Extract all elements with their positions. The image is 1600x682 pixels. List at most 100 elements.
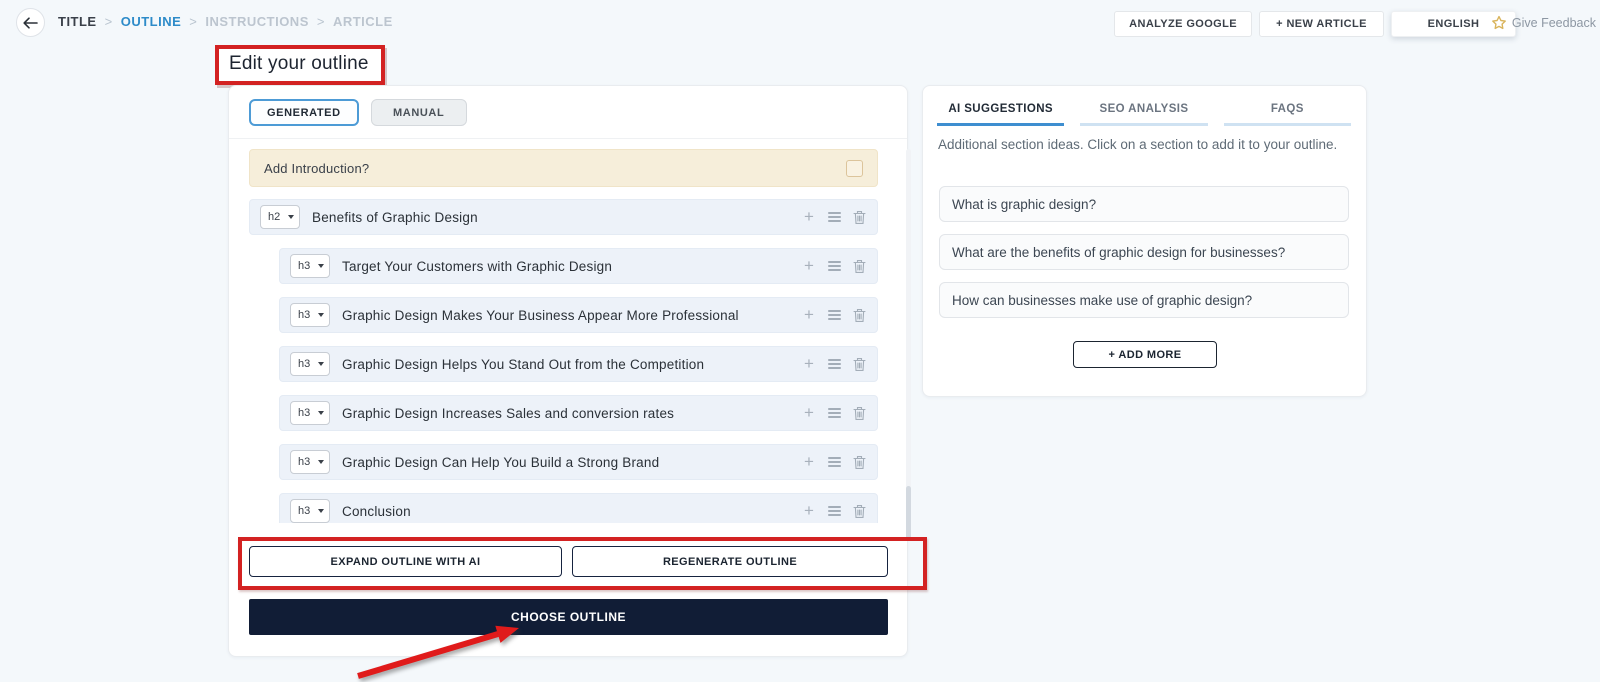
suggestions-tab[interactable]: SEO ANALYSIS [1080, 96, 1208, 126]
outline-rows: h2 Benefits of Graphic Design + h3 Targe… [249, 199, 878, 523]
outline-list-area: Add Introduction? h2 Benefits of Graphic… [249, 149, 878, 523]
breadcrumb-link[interactable]: OUTLINE [121, 14, 182, 29]
outline-row-title[interactable]: Graphic Design Helps You Stand Out from … [342, 357, 704, 372]
suggestion-item[interactable]: What is graphic design? [939, 186, 1349, 222]
drag-handle-icon[interactable] [826, 454, 842, 470]
add-introduction-row[interactable]: Add Introduction? [249, 149, 878, 187]
top-actions: ANALYZE GOOGLE + NEW ARTICLE ENGLISH Giv… [1114, 11, 1596, 37]
give-feedback-button[interactable]: Give Feedback [1491, 15, 1596, 31]
outline-row-title[interactable]: Target Your Customers with Graphic Desig… [342, 259, 612, 274]
add-section-button[interactable]: + [801, 306, 817, 323]
heading-level-select-control[interactable]: h2 [260, 205, 300, 229]
outline-row: h3 Graphic Design Makes Your Business Ap… [279, 297, 878, 333]
breadcrumb-item: ARTICLE > [333, 14, 393, 29]
heading-level-select: h3 [290, 352, 330, 376]
outline-row: h3 Target Your Customers with Graphic De… [279, 248, 878, 284]
drag-handle-icon[interactable] [826, 356, 842, 372]
heading-level-select: h3 [290, 401, 330, 425]
outline-panel: GENERATED MANUAL Add Introduction? h2 Be… [228, 85, 911, 657]
back-button[interactable] [16, 8, 45, 37]
outline-row: h2 Benefits of Graphic Design + [249, 199, 878, 235]
add-section-button[interactable]: + [801, 355, 817, 372]
outline-mode-tab[interactable]: MANUAL [370, 99, 467, 126]
add-section-button[interactable]: + [801, 404, 817, 421]
breadcrumb-separator: > [316, 14, 325, 29]
suggestions-description: Additional section ideas. Click on a sec… [938, 137, 1338, 152]
outline-row-title[interactable]: Conclusion [342, 504, 411, 519]
drag-handle-icon[interactable] [826, 503, 842, 519]
drag-handle-icon[interactable] [826, 307, 842, 323]
heading-level-select-control[interactable]: h3 [290, 254, 330, 278]
arrow-left-icon [23, 16, 38, 29]
add-introduction-checkbox[interactable] [846, 159, 863, 177]
choose-outline-button[interactable]: CHOOSE OUTLINE [249, 599, 888, 635]
outline-row-title[interactable]: Graphic Design Increases Sales and conve… [342, 406, 674, 421]
new-article-button[interactable]: + NEW ARTICLE [1259, 11, 1384, 37]
outline-row-title[interactable]: Benefits of Graphic Design [312, 210, 478, 225]
row-actions: + [801, 208, 867, 225]
drag-handle-icon[interactable] [826, 405, 842, 421]
expand-outline-button[interactable]: EXPAND OUTLINE WITH AI [249, 546, 562, 577]
delete-section-button[interactable] [851, 258, 867, 274]
outline-row-title[interactable]: Graphic Design Makes Your Business Appea… [342, 308, 739, 323]
breadcrumb-item: TITLE > [58, 14, 113, 29]
heading-level-select: h3 [290, 254, 330, 278]
suggestion-item[interactable]: How can businesses make use of graphic d… [939, 282, 1349, 318]
delete-section-button[interactable] [851, 454, 867, 470]
outline-row: h3 Graphic Design Increases Sales and co… [279, 395, 878, 431]
drag-handle-icon[interactable] [826, 258, 842, 274]
heading-level-select-control[interactable]: h3 [290, 352, 330, 376]
suggestion-item[interactable]: What are the benefits of graphic design … [939, 234, 1349, 270]
row-actions: + [801, 502, 867, 519]
star-icon [1491, 15, 1507, 31]
add-introduction-label: Add Introduction? [264, 160, 370, 176]
give-feedback-label: Give Feedback [1511, 16, 1596, 30]
outline-scrollbar-thumb[interactable] [906, 486, 911, 541]
outline-row: h3 Graphic Design Helps You Stand Out fr… [279, 346, 878, 382]
add-section-button[interactable]: + [801, 502, 817, 519]
outline-editor-page: TITLE > OUTLINE > INSTRUCTIONS > ARTICLE… [0, 0, 1600, 682]
outline-row: h3 Graphic Design Can Help You Build a S… [279, 444, 878, 480]
breadcrumb-link[interactable]: ARTICLE [333, 14, 393, 29]
heading-level-select-control[interactable]: h3 [290, 401, 330, 425]
outline-scrollbar[interactable] [906, 149, 911, 541]
outline-row: h3 Conclusion + [279, 493, 878, 523]
add-section-button[interactable]: + [801, 208, 817, 225]
suggestions-tab[interactable]: AI SUGGESTIONS [937, 96, 1065, 126]
row-actions: + [801, 306, 867, 323]
heading-level-select: h3 [290, 499, 330, 523]
delete-section-button[interactable] [851, 405, 867, 421]
suggestions-tabs: AI SUGGESTIONS SEO ANALYSIS FAQS [937, 96, 1351, 126]
breadcrumb-separator: > [189, 14, 198, 29]
outline-mode-tab[interactable]: GENERATED [249, 99, 359, 126]
breadcrumb-separator: > [104, 14, 113, 29]
breadcrumb-link[interactable]: INSTRUCTIONS [205, 14, 309, 29]
heading-level-select: h2 [260, 205, 300, 229]
breadcrumb-link[interactable]: TITLE [58, 14, 97, 29]
heading-level-select: h3 [290, 450, 330, 474]
row-actions: + [801, 453, 867, 470]
add-section-button[interactable]: + [801, 257, 817, 274]
outline-row-title[interactable]: Graphic Design Can Help You Build a Stro… [342, 455, 659, 470]
suggestions-list: What is graphic design? What are the ben… [939, 186, 1349, 330]
delete-section-button[interactable] [851, 356, 867, 372]
delete-section-button[interactable] [851, 503, 867, 519]
suggestions-tab[interactable]: FAQS [1223, 96, 1351, 126]
row-actions: + [801, 404, 867, 421]
add-section-button[interactable]: + [801, 453, 817, 470]
regenerate-outline-button[interactable]: REGENERATE OUTLINE [572, 546, 888, 577]
delete-section-button[interactable] [851, 307, 867, 323]
analyze-google-button[interactable]: ANALYZE GOOGLE [1114, 11, 1252, 37]
breadcrumb-item: INSTRUCTIONS > [205, 14, 325, 29]
page-title-annotation-box: Edit your outline [215, 45, 385, 85]
delete-section-button[interactable] [851, 209, 867, 225]
heading-level-select-control[interactable]: h3 [290, 303, 330, 327]
heading-level-select: h3 [290, 303, 330, 327]
add-more-button[interactable]: + ADD MORE [1073, 341, 1217, 368]
suggestions-panel: AI SUGGESTIONS SEO ANALYSIS FAQS Additio… [922, 85, 1367, 397]
page-title: Edit your outline [229, 53, 369, 74]
drag-handle-icon[interactable] [826, 209, 842, 225]
heading-level-select-control[interactable]: h3 [290, 499, 330, 523]
top-bar: TITLE > OUTLINE > INSTRUCTIONS > ARTICLE… [0, 0, 1600, 48]
heading-level-select-control[interactable]: h3 [290, 450, 330, 474]
